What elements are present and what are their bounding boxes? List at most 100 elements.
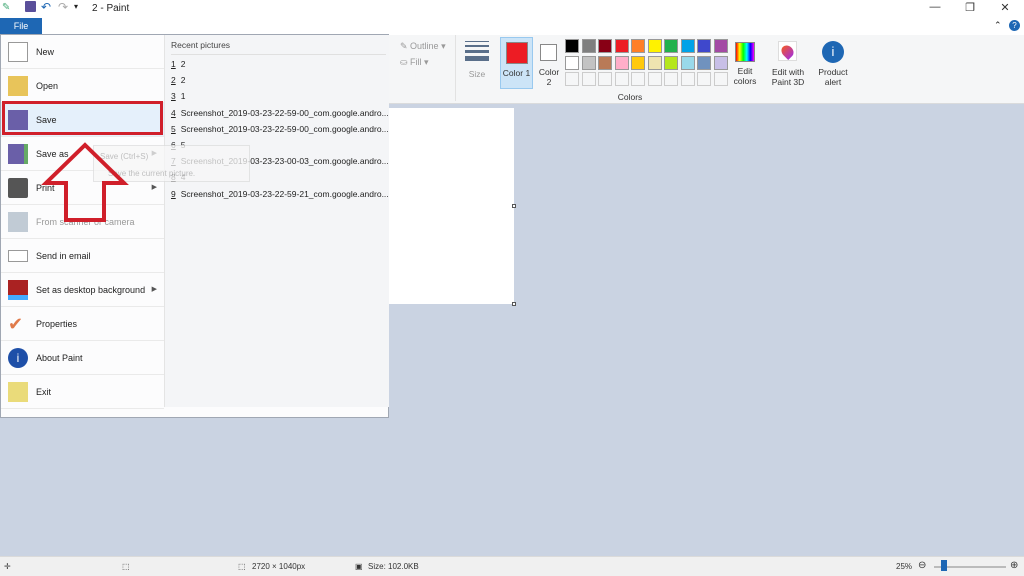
zoom-slider-thumb[interactable] <box>941 560 948 571</box>
menu-item-send-in-email[interactable]: Send in email <box>1 239 164 273</box>
menu-item-set-as-desktop-background[interactable]: Set as desktop background ▶ <box>1 273 164 307</box>
recent-file-item[interactable]: 22 <box>171 75 185 85</box>
recent-file-name: 2 <box>180 75 186 86</box>
help-icon[interactable]: ? <box>1009 20 1020 31</box>
image-dimensions-icon: ⬚ <box>238 562 246 571</box>
palette-color-swatch[interactable] <box>664 39 678 53</box>
color1-button[interactable]: Color 1 <box>500 37 533 89</box>
outline-icon: ✎ <box>400 41 411 51</box>
menu-item-label: Set as desktop background <box>36 285 146 295</box>
custom-color-slot[interactable] <box>631 72 645 86</box>
recent-file-number: 3 <box>171 91 176 102</box>
menu-item-label: About Paint <box>36 353 83 363</box>
quick-save-icon[interactable] <box>25 1 36 12</box>
fill-label: Fill <box>410 57 422 67</box>
undo-icon[interactable]: ↶ <box>41 0 51 14</box>
custom-color-slot[interactable] <box>647 72 662 86</box>
cursor-position-icon: ✛ <box>4 562 11 571</box>
file-tab[interactable]: File <box>0 18 42 35</box>
redo-icon[interactable]: ↷ <box>58 0 68 14</box>
custom-color-slot[interactable] <box>697 72 711 86</box>
exit-icon <box>8 382 28 402</box>
recent-file-item[interactable]: 5 Screenshot_2019-03-23-22-59-00_com.goog… <box>171 124 389 134</box>
custom-color-slot[interactable] <box>680 72 695 86</box>
palette-color-swatch[interactable] <box>647 55 662 70</box>
collapse-ribbon-icon[interactable]: ⌃ <box>994 20 1002 31</box>
new-file-icon <box>8 42 28 62</box>
palette-color-swatch[interactable] <box>565 39 579 53</box>
custom-color-slot[interactable] <box>598 72 612 86</box>
palette-color-swatch[interactable] <box>680 55 695 70</box>
palette-color-swatch[interactable] <box>631 55 645 70</box>
file-menu: NewOpenSaveSave as▶Print▶From scanner or… <box>0 34 389 418</box>
recent-file-item[interactable]: 9 Screenshot_2019-03-23-22-59-21_com.goog… <box>171 189 389 199</box>
printer-icon <box>8 178 28 198</box>
info-icon: i <box>822 41 844 63</box>
palette-color-swatch[interactable] <box>598 39 612 53</box>
recent-file-name: 1 <box>180 91 186 102</box>
minimize-button[interactable]: — <box>920 1 950 16</box>
palette-color-swatch[interactable] <box>680 39 695 53</box>
outline-button[interactable]: ✎ Outline ▾ <box>400 41 446 52</box>
paint3d-label: Edit with Paint 3D <box>771 67 805 87</box>
palette-color-swatch[interactable] <box>713 55 728 70</box>
scanner-icon <box>8 212 28 232</box>
recent-pictures-panel: Recent pictures 1 2 2 2 3 1 4 Screenshot_2019-0… <box>164 35 389 407</box>
palette-color-swatch[interactable] <box>697 39 711 53</box>
close-button[interactable]: ✕ <box>990 1 1020 16</box>
selection-size-icon: ⬚ <box>122 562 130 571</box>
custom-color-slot[interactable] <box>565 72 579 86</box>
recent-file-number: 5 <box>171 123 176 134</box>
recent-file-item[interactable]: 4 Screenshot_2019-03-23-22-59-00_com.goog… <box>171 108 389 118</box>
palette-color-swatch[interactable] <box>614 55 629 70</box>
menu-item-exit[interactable]: Exit <box>1 375 164 409</box>
custom-color-slot[interactable] <box>713 72 728 86</box>
drawing-canvas[interactable] <box>389 108 514 304</box>
color2-button[interactable]: Color 2 <box>536 37 562 89</box>
recent-file-item[interactable]: 12 <box>171 59 185 69</box>
resize-handle-right[interactable] <box>512 204 516 208</box>
color1-label: Color 1 <box>502 68 531 78</box>
zoom-in-button[interactable]: ⊕ <box>1010 560 1018 571</box>
menu-item-open[interactable]: Open <box>1 69 164 103</box>
resize-handle-corner[interactable] <box>512 302 516 306</box>
palette-color-swatch[interactable] <box>631 39 645 53</box>
menu-item-properties[interactable]: ✔ Properties <box>1 307 164 341</box>
edit-with-paint3d-button[interactable]: Edit with Paint 3D <box>766 37 810 89</box>
palette-color-swatch[interactable] <box>647 39 662 53</box>
palette-color-swatch[interactable] <box>565 55 579 70</box>
restore-button[interactable]: ❐ <box>955 1 985 16</box>
recent-file-number: 4 <box>171 107 176 118</box>
custom-color-slot[interactable] <box>581 72 596 86</box>
palette-color-swatch[interactable] <box>598 55 612 70</box>
palette-color-swatch[interactable] <box>664 55 678 70</box>
product-alert-label: Product alert <box>818 67 848 87</box>
palette-color-swatch[interactable] <box>697 55 711 70</box>
recent-file-item[interactable]: 31 <box>171 91 185 101</box>
palette-color-swatch[interactable] <box>713 39 728 53</box>
recent-file-name: 2 <box>180 59 186 69</box>
custom-color-slot[interactable] <box>614 72 629 86</box>
file-size-icon: ▣ <box>355 562 363 571</box>
product-alert-button[interactable]: i Product alert <box>816 37 850 89</box>
zoom-out-button[interactable]: ⊖ <box>918 560 926 571</box>
palette-color-swatch[interactable] <box>614 39 629 53</box>
custom-color-slot[interactable] <box>664 72 678 86</box>
menu-item-new[interactable]: New <box>1 35 164 69</box>
status-bar: ✛ ⬚ ⬚ 2720 × 1040px ▣ Size: 102.0KB 25% … <box>0 556 1024 576</box>
menu-item-about-paint[interactable]: i About Paint <box>1 341 164 375</box>
customize-toolbar-icon[interactable]: ▾ <box>74 2 78 11</box>
menu-item-label: Send in email <box>36 251 91 261</box>
size-label: Size <box>468 69 486 79</box>
palette-color-swatch[interactable] <box>581 55 596 70</box>
recent-pictures-header: Recent pictures <box>171 40 386 55</box>
size-button[interactable]: Size <box>465 41 489 79</box>
recent-file-number: 9 <box>171 188 176 199</box>
color2-label: Color 2 <box>538 67 560 87</box>
edit-colors-button[interactable]: Edit colors <box>732 37 758 89</box>
window-title: 2 - Paint <box>92 3 130 14</box>
desktop-icon <box>8 280 28 300</box>
palette-color-swatch[interactable] <box>581 39 596 53</box>
fill-button[interactable]: ⛀ Fill ▾ <box>400 57 429 68</box>
edit-colors-icon <box>735 42 755 62</box>
